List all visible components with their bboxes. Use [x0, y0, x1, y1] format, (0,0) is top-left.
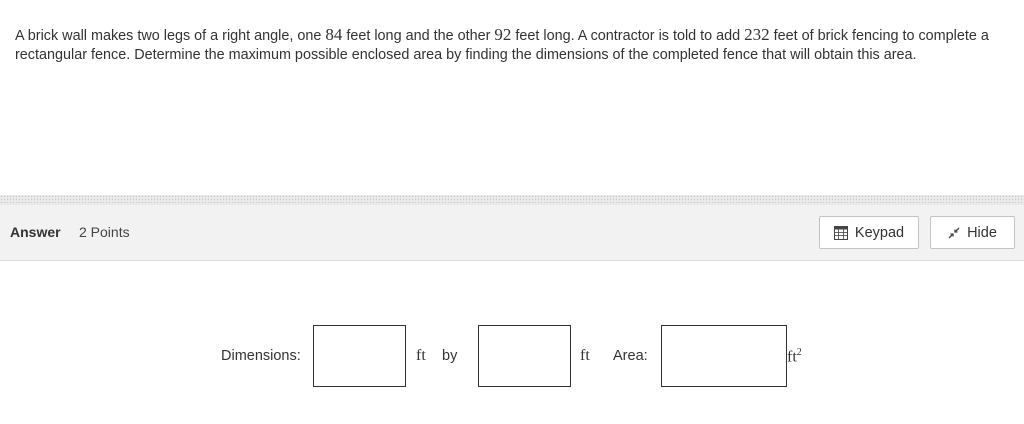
answer-bar: Answer 2 Points Keypad Hide [0, 205, 1024, 261]
keypad-grid-icon [833, 225, 848, 240]
answer-label: Answer [10, 224, 61, 240]
area-unit-base: ft [787, 348, 797, 366]
keypad-button-label: Keypad [854, 224, 905, 241]
leg2-value: 92 [494, 25, 512, 44]
points-label: 2 Points [79, 224, 130, 240]
collapse-arrows-icon [948, 227, 960, 239]
hide-button[interactable]: Hide [930, 216, 1015, 249]
section-divider [0, 195, 1024, 205]
area-input[interactable] [661, 325, 787, 387]
leg1-value: 84 [325, 25, 343, 44]
by-label: by [442, 348, 458, 364]
area-label: Area: [613, 348, 648, 364]
dimension-1-input[interactable] [313, 325, 406, 387]
question-text: A brick wall makes two legs of a right a… [15, 25, 1005, 65]
dimensions-label: Dimensions: [221, 348, 301, 364]
unit-ft-2: ft [580, 347, 590, 364]
unit-square-feet: ft2 [787, 347, 802, 366]
question-text-part: feet long and the other [342, 28, 495, 44]
unit-ft-1: ft [416, 347, 426, 364]
question-text-part: feet long. A contractor is told to add [511, 28, 745, 44]
question-text-part: A brick wall makes two legs of a right a… [15, 28, 326, 44]
keypad-button[interactable]: Keypad [819, 216, 919, 249]
dimension-2-input[interactable] [478, 325, 571, 387]
area-unit-exponent: 2 [796, 347, 802, 358]
hide-button-label: Hide [967, 224, 997, 241]
fence-length-value: 232 [744, 25, 770, 44]
